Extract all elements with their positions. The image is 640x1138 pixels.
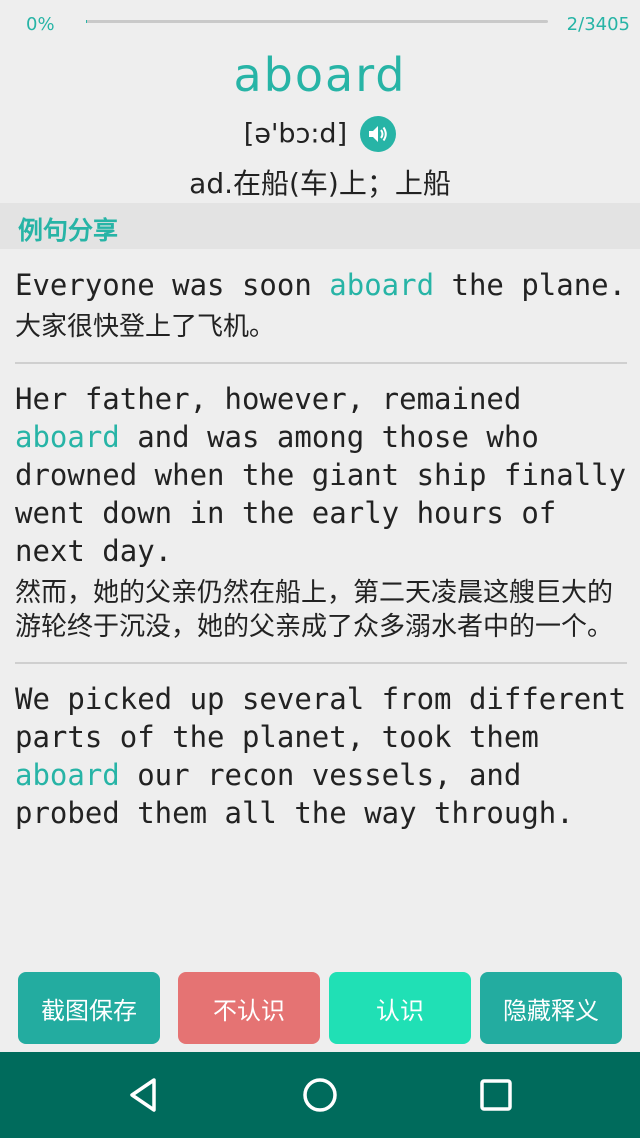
speaker-icon[interactable] (360, 116, 397, 152)
example-english: Everyone was soon aboard the plane. (15, 266, 627, 304)
example-text: Everyone was soon (15, 268, 330, 302)
example-text: Her father, however, remained (15, 382, 522, 416)
example-highlight: aboard (329, 268, 435, 302)
screenshot-save-button[interactable]: 截图保存 (18, 972, 160, 1044)
progress-count: 2/3405 (566, 14, 630, 35)
example-highlight: aboard (15, 758, 120, 792)
word-title: aboard (233, 48, 407, 102)
progress-bar (86, 20, 548, 23)
progress-percent: 0% (26, 14, 55, 35)
back-triangle-icon[interactable] (120, 1072, 166, 1118)
recent-square-icon[interactable] (473, 1072, 519, 1118)
hide-meaning-button[interactable]: 隐藏释义 (480, 972, 622, 1044)
section-header: 例句分享 (0, 203, 640, 249)
system-nav-bar (0, 1052, 640, 1138)
example-item: Everyone was soon aboard the plane. 大家很快… (15, 266, 627, 364)
example-translation: 然而，她的父亲仍然在船上，第二天凌晨这艘巨大的游轮终于沉没，她的父亲成了众多溺水… (15, 578, 614, 642)
example-text: the plane. (434, 268, 627, 302)
action-buttons: 截图保存 不认识 认识 隐藏释义 (0, 972, 640, 1044)
phonetic-text: [ə'bɔ:d] (243, 118, 348, 150)
example-item: We picked up several from different part… (15, 680, 627, 856)
example-item: Her father, however, remained aboard and… (15, 380, 627, 664)
example-text: We picked up several from different part… (15, 682, 627, 754)
definition: ad.在船(车)上；上船 (189, 167, 451, 200)
dont-know-button[interactable]: 不认识 (178, 972, 320, 1044)
example-translation: 大家很快登上了飞机。 (15, 312, 276, 342)
example-highlight: aboard (15, 420, 120, 454)
section-title: 例句分享 (18, 216, 119, 245)
example-english: We picked up several from different part… (15, 680, 627, 832)
progress-header: 0% 2/3405 (0, 0, 640, 50)
example-list[interactable]: Everyone was soon aboard the plane. 大家很快… (15, 266, 627, 966)
know-button[interactable]: 认识 (329, 972, 471, 1044)
phonetic-row: [ə'bɔ:d] (0, 116, 640, 152)
home-circle-icon[interactable] (297, 1072, 343, 1118)
example-english: Her father, however, remained aboard and… (15, 380, 627, 570)
